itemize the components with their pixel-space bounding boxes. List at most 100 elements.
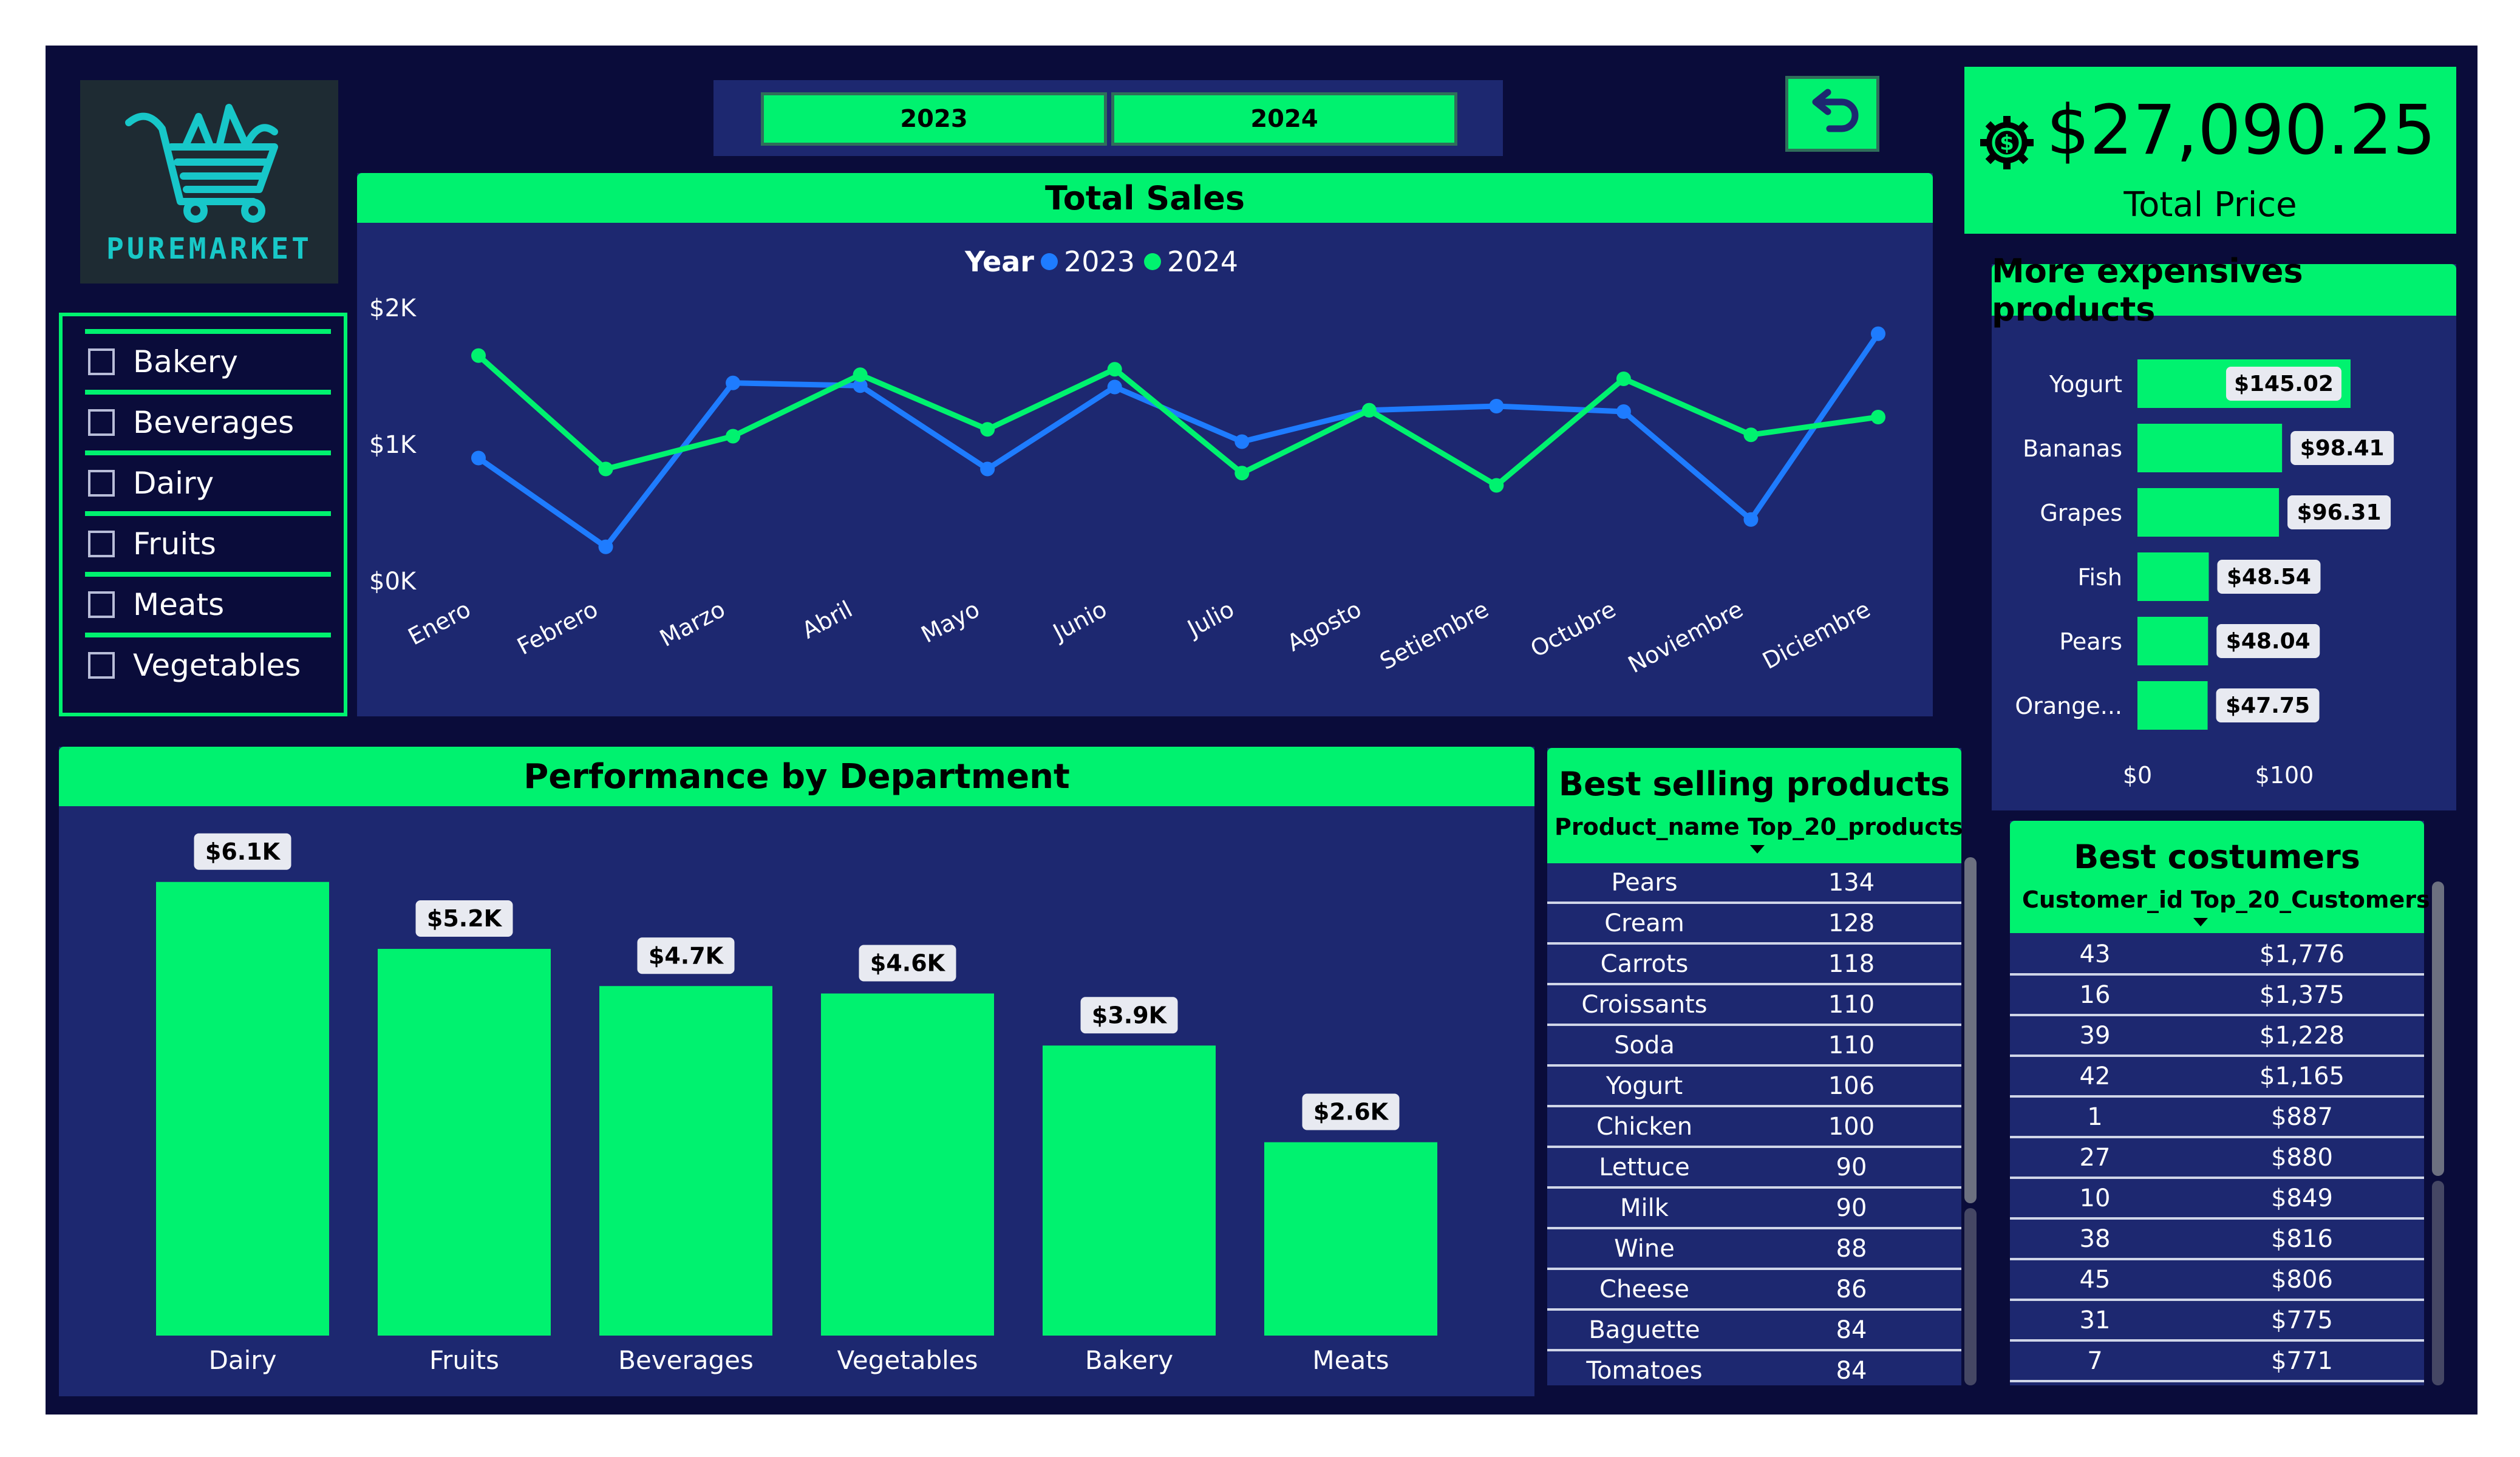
- table-row[interactable]: Cheese 86: [1547, 1270, 1961, 1311]
- table-cell: 7: [2087, 1347, 2103, 1375]
- table-row[interactable]: 27 $880: [2010, 1138, 2424, 1179]
- table-row[interactable]: Milk 90: [1547, 1189, 1961, 1229]
- bar[interactable]: [378, 949, 551, 1336]
- table-row[interactable]: Soda 110: [1547, 1026, 1961, 1067]
- data-point[interactable]: [471, 450, 486, 466]
- bar[interactable]: [1264, 1142, 1437, 1336]
- bar[interactable]: [2137, 488, 2280, 537]
- best-customers-scrollbar[interactable]: [2432, 881, 2444, 1176]
- table-row[interactable]: 43 $1,776: [2010, 935, 2424, 976]
- category-label: Vegetables: [837, 1345, 978, 1375]
- data-point[interactable]: [1234, 434, 1250, 449]
- year-button-2023[interactable]: 2023: [761, 92, 1107, 146]
- table-row[interactable]: Cream 128: [1547, 904, 1961, 945]
- data-point[interactable]: [726, 375, 741, 390]
- table-cell: Milk: [1620, 1194, 1669, 1222]
- bar[interactable]: [2137, 552, 2209, 601]
- best-customers-scroll-track[interactable]: [2432, 1181, 2444, 1385]
- data-point[interactable]: [471, 348, 486, 363]
- checkbox[interactable]: [88, 591, 115, 618]
- table-cell: Croissants: [1581, 990, 1708, 1019]
- table-row[interactable]: Chicken 100: [1547, 1107, 1961, 1148]
- data-point[interactable]: [1234, 466, 1250, 481]
- kpi-value: $27,090.25: [2046, 91, 2436, 170]
- bar[interactable]: [821, 993, 994, 1336]
- table-cell: 31: [2079, 1306, 2111, 1334]
- bar[interactable]: [1043, 1045, 1216, 1336]
- back-button[interactable]: [1785, 76, 1879, 152]
- table-row[interactable]: 10 $849: [2010, 1179, 2424, 1220]
- bar[interactable]: [2137, 617, 2208, 665]
- data-point[interactable]: [1489, 399, 1504, 413]
- table-cell: 38: [2079, 1224, 2111, 1253]
- table-row[interactable]: Carrots 118: [1547, 945, 1961, 985]
- data-point[interactable]: [1107, 362, 1122, 377]
- category-label: Grapes: [2040, 500, 2122, 526]
- table-cell: $806: [2271, 1265, 2333, 1294]
- table-row[interactable]: 42 $1,165: [2010, 1057, 2424, 1098]
- data-point[interactable]: [598, 539, 613, 554]
- slicer-item-dairy[interactable]: Dairy: [85, 450, 331, 511]
- table-row[interactable]: Yogurt 106: [1547, 1067, 1961, 1107]
- data-point[interactable]: [1489, 478, 1504, 493]
- bar[interactable]: [156, 881, 329, 1336]
- checkbox[interactable]: [88, 470, 115, 497]
- data-point[interactable]: [980, 422, 995, 437]
- data-point[interactable]: [726, 429, 741, 444]
- table-row[interactable]: 40$745: [2010, 1382, 2424, 1385]
- data-point[interactable]: [1107, 379, 1122, 395]
- data-point[interactable]: [1616, 372, 1631, 386]
- data-point[interactable]: [1743, 427, 1759, 443]
- table-row[interactable]: 31 $775: [2010, 1301, 2424, 1342]
- kpi-label: Total Price: [2123, 185, 2297, 225]
- table-cell: 90: [1836, 1153, 1867, 1181]
- bar[interactable]: [2137, 681, 2208, 730]
- table-row[interactable]: 16 $1,375: [2010, 976, 2424, 1016]
- data-point[interactable]: [1616, 404, 1631, 419]
- table-row[interactable]: Croissants 110: [1547, 985, 1961, 1026]
- data-point[interactable]: [598, 461, 613, 477]
- slicer-item-meats[interactable]: Meats: [85, 572, 331, 633]
- table-row[interactable]: Baguette 84: [1547, 1311, 1961, 1351]
- best-customers-col-id[interactable]: Customer_id: [2022, 886, 2204, 913]
- checkbox[interactable]: [88, 348, 115, 375]
- table-row[interactable]: 1 $887: [2010, 1098, 2424, 1138]
- table-row[interactable]: 39 $1,228: [2010, 1016, 2424, 1057]
- logo: PUREMARKET: [80, 80, 338, 284]
- checkbox[interactable]: [88, 409, 115, 436]
- data-point[interactable]: [1361, 402, 1377, 418]
- year-button-2024[interactable]: 2024: [1111, 92, 1457, 146]
- table-row[interactable]: 45 $806: [2010, 1260, 2424, 1301]
- data-label: $4.6K: [870, 950, 946, 977]
- slicer-item-bakery[interactable]: Bakery: [85, 329, 331, 390]
- table-cell: 86: [1836, 1275, 1867, 1303]
- data-label: $3.9K: [1092, 1002, 1168, 1028]
- best-customers-col-top20[interactable]: Top_20_Customers: [2191, 886, 2430, 913]
- data-point[interactable]: [853, 367, 868, 382]
- table-cell: $1,776: [2259, 940, 2345, 968]
- table-row[interactable]: 7 $771: [2010, 1342, 2424, 1382]
- table-row[interactable]: Wine 88: [1547, 1229, 1961, 1270]
- best-selling-col-product[interactable]: Product_name: [1555, 813, 1740, 840]
- slicer-item-beverages[interactable]: Beverages: [85, 390, 331, 450]
- slicer-item-vegetables[interactable]: Vegetables: [85, 633, 331, 693]
- best-customers-title: Best costumers: [2074, 838, 2360, 876]
- best-selling-col-top20[interactable]: Top_20_products: [1748, 813, 1963, 840]
- data-point[interactable]: [980, 461, 995, 477]
- data-point[interactable]: [1871, 410, 1885, 424]
- performance-title: Performance by Department: [59, 747, 1534, 806]
- table-row[interactable]: Tomatoes 84: [1547, 1351, 1961, 1385]
- checkbox[interactable]: [88, 652, 115, 679]
- slicer-item-fruits[interactable]: Fruits: [85, 511, 331, 572]
- table-row[interactable]: Lettuce 90: [1547, 1148, 1961, 1189]
- best-selling-scroll-track[interactable]: [1964, 1208, 1977, 1385]
- data-point[interactable]: [1871, 326, 1885, 341]
- table-cell: Pears: [1611, 868, 1678, 897]
- checkbox[interactable]: [88, 531, 115, 557]
- bar[interactable]: [2137, 424, 2283, 472]
- table-row[interactable]: Pears 134: [1547, 863, 1961, 904]
- table-row[interactable]: 38 $816: [2010, 1220, 2424, 1260]
- data-point[interactable]: [1743, 512, 1759, 527]
- best-selling-scrollbar[interactable]: [1964, 857, 1977, 1203]
- bar[interactable]: [599, 986, 772, 1336]
